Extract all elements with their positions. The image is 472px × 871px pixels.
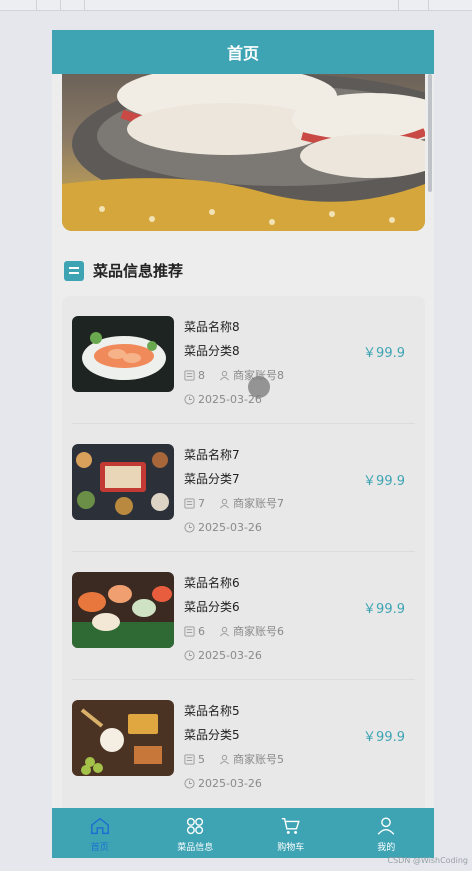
page-header: 首页	[52, 30, 434, 74]
dish-photo	[72, 316, 174, 392]
dish-category: 菜品分类7	[184, 472, 240, 486]
user-icon	[220, 626, 229, 636]
dish-meta: 7 商家账号7	[184, 495, 298, 511]
grid-icon	[187, 817, 204, 835]
dish-thumbnail[interactable]	[72, 700, 174, 776]
phone-frame: 首页 菜品信息推荐 菜品名称8 菜品分类8 ￥99.9 8 2025-03-26…	[52, 30, 434, 858]
dish-date-row: 2025-03-26	[184, 393, 262, 406]
dish-count: 8	[198, 368, 205, 382]
list-item[interactable]: 菜品名称6 菜品分类6 ￥99.9 6 商家账号6 2025-03-26	[62, 552, 425, 680]
dish-thumbnail[interactable]	[72, 444, 174, 520]
dish-date: 2025-03-26	[198, 649, 262, 662]
macaron-banner-illustration	[62, 74, 425, 231]
dish-photo	[72, 444, 174, 520]
dish-thumbnail[interactable]	[72, 316, 174, 392]
dish-thumbnail[interactable]	[72, 572, 174, 648]
scrollbar[interactable]	[428, 74, 432, 192]
dish-date: 2025-03-26	[198, 521, 262, 534]
tab-label: 购物车	[277, 843, 305, 853]
dish-date-row: 2025-03-26	[184, 649, 262, 662]
home-icon	[90, 817, 109, 835]
dish-date: 2025-03-26	[198, 777, 262, 790]
bottom-tab-bar: 首页 菜品信息 购物车 我的	[52, 808, 434, 858]
section-header: 菜品信息推荐	[64, 260, 183, 281]
tab-dish-info[interactable]: 菜品信息	[148, 808, 244, 858]
dish-category: 菜品分类6	[184, 600, 240, 614]
mouse-cursor	[248, 376, 270, 398]
list-item[interactable]: 菜品名称8 菜品分类8 ￥99.9 8 商家账号8 2025-03-26	[62, 296, 425, 424]
dish-photo	[72, 572, 174, 648]
dish-name: 菜品名称6	[184, 576, 240, 590]
list-item[interactable]: 菜品名称7 菜品分类7 ￥99.9 7 商家账号7 2025-03-26	[62, 424, 425, 552]
tab-label: 首页	[90, 843, 109, 853]
bowl-count-icon	[184, 753, 195, 765]
user-icon	[220, 754, 229, 764]
merchant-account: 商家账号6	[233, 625, 284, 638]
tab-cart[interactable]: 购物车	[243, 808, 339, 858]
user-icon	[377, 817, 395, 835]
clock-icon	[184, 394, 195, 405]
dish-meta: 5 商家账号5	[184, 751, 298, 767]
dish-list: 菜品名称8 菜品分类8 ￥99.9 8 商家账号8 2025-03-26	[62, 296, 425, 836]
cart-icon	[281, 817, 300, 834]
clock-icon	[184, 778, 195, 789]
dish-price: ￥99.9	[363, 730, 405, 745]
tab-label: 菜品信息	[177, 843, 214, 853]
dish-date-row: 2025-03-26	[184, 777, 262, 790]
dish-count: 5	[198, 752, 205, 766]
bowl-count-icon	[184, 497, 195, 509]
tab-home[interactable]: 首页	[52, 808, 148, 858]
section-title: 菜品信息推荐	[93, 262, 184, 280]
browser-top-bar	[0, 0, 472, 11]
tab-label: 我的	[377, 843, 396, 853]
bowl-count-icon	[184, 625, 195, 637]
page-title: 首页	[226, 44, 259, 63]
dish-price: ￥99.9	[363, 474, 405, 489]
dish-name: 菜品名称8	[184, 320, 240, 334]
list-icon	[64, 260, 84, 281]
bowl-count-icon	[184, 369, 195, 381]
list-item[interactable]: 菜品名称5 菜品分类5 ￥99.9 5 商家账号5 2025-03-26	[62, 680, 425, 808]
dish-date-row: 2025-03-26	[184, 521, 262, 534]
dish-price: ￥99.9	[363, 602, 405, 617]
dish-photo	[72, 700, 174, 776]
tab-mine[interactable]: 我的	[339, 808, 435, 858]
clock-icon	[184, 522, 195, 533]
dish-category: 菜品分类8	[184, 344, 240, 358]
dish-count: 6	[198, 624, 205, 638]
dish-name: 菜品名称7	[184, 448, 240, 462]
dish-count: 7	[198, 496, 205, 510]
watermark: CSDN @WishCoding	[387, 856, 468, 865]
dish-name: 菜品名称5	[184, 704, 240, 718]
dish-price: ￥99.9	[363, 346, 405, 361]
dish-category: 菜品分类5	[184, 728, 240, 742]
merchant-account: 商家账号7	[233, 497, 284, 510]
dish-meta: 6 商家账号6	[184, 623, 298, 639]
banner-image[interactable]	[62, 74, 425, 231]
user-icon	[220, 498, 229, 508]
user-icon	[220, 370, 229, 380]
dish-meta: 8 商家账号8	[184, 367, 298, 383]
merchant-account: 商家账号5	[233, 753, 284, 766]
clock-icon	[184, 650, 195, 661]
